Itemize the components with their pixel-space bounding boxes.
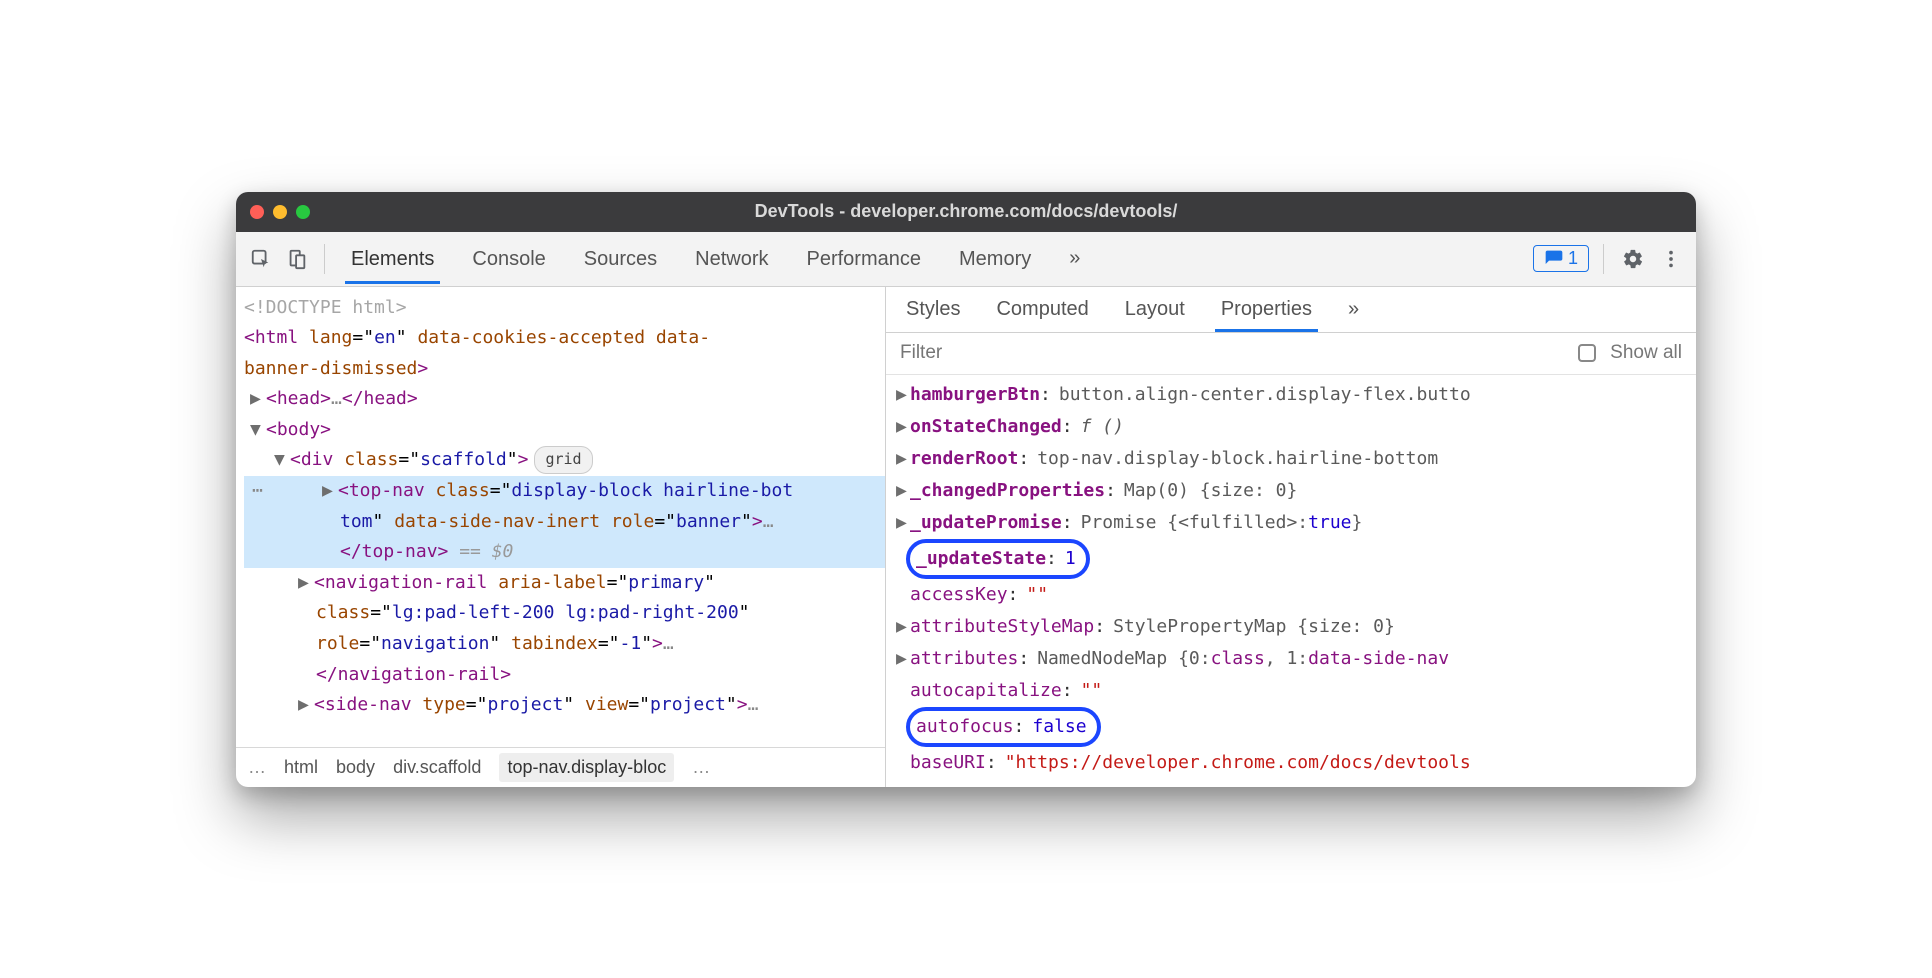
property-row[interactable]: ▶attributes:NamedNodeMap {0: class, 1: d… <box>896 643 1696 675</box>
tab-styles[interactable]: Styles <box>902 288 964 331</box>
property-row[interactable]: ▶_updatePromise:Promise {<fulfilled>: tr… <box>896 507 1696 539</box>
minimize-icon[interactable] <box>273 205 287 219</box>
dom-line-navrail[interactable]: ▶<navigation-rail aria-label="primary" <box>244 568 885 599</box>
dom-line-navrail-3[interactable]: role="navigation" tabindex="-1">… <box>244 629 885 660</box>
window-title: DevTools - developer.chrome.com/docs/dev… <box>236 201 1696 222</box>
property-row-circled[interactable]: _updateState:1 <box>896 539 1696 579</box>
divider <box>324 244 325 274</box>
property-row[interactable]: ▶_changedProperties:Map(0) {size: 0} <box>896 475 1696 507</box>
breadcrumb-more[interactable]: … <box>248 757 266 778</box>
dom-line-html[interactable]: <html lang="en" data-cookies-accepted da… <box>244 323 885 354</box>
tab-memory[interactable]: Memory <box>955 234 1035 283</box>
sidebar-tabs: Styles Computed Layout Properties » <box>886 287 1696 333</box>
main-tabs: Elements Console Sources Network Perform… <box>337 234 1527 283</box>
property-row[interactable]: baseURI:"https://developer.chrome.com/do… <box>896 747 1696 779</box>
tab-layout[interactable]: Layout <box>1121 288 1189 331</box>
settings-icon[interactable] <box>1618 244 1648 274</box>
grid-badge[interactable]: grid <box>534 446 592 474</box>
tab-performance[interactable]: Performance <box>803 234 926 283</box>
dom-line-doctype[interactable]: <!DOCTYPE html> <box>244 293 885 324</box>
tab-elements[interactable]: Elements <box>347 234 438 283</box>
filter-input[interactable] <box>900 342 1564 364</box>
dom-tree[interactable]: <!DOCTYPE html> <html lang="en" data-coo… <box>236 287 885 747</box>
elements-panel: <!DOCTYPE html> <html lang="en" data-coo… <box>236 287 886 787</box>
tab-network[interactable]: Network <box>691 234 772 283</box>
dom-line-scaffold[interactable]: ▼<div class="scaffold">grid <box>244 445 885 476</box>
tab-console[interactable]: Console <box>468 234 549 283</box>
issues-button[interactable]: 1 <box>1533 245 1589 272</box>
dom-line-sidenav[interactable]: ▶<side-nav type="project" view="project"… <box>244 690 885 721</box>
dom-line-head[interactable]: ▶<head>…</head> <box>244 384 885 415</box>
filter-row: Show all <box>886 333 1696 375</box>
property-row[interactable]: ▶hamburgerBtn:button.align-center.displa… <box>896 379 1696 411</box>
maximize-icon[interactable] <box>296 205 310 219</box>
highlight-circle: autofocus:false <box>906 707 1101 747</box>
dom-line-navrail-close[interactable]: </navigation-rail> <box>244 660 885 691</box>
tab-properties[interactable]: Properties <box>1217 288 1316 331</box>
property-row[interactable]: ▶onStateChanged:f () <box>896 411 1696 443</box>
property-row[interactable]: ▶renderRoot:top-nav.display-block.hairli… <box>896 443 1696 475</box>
divider <box>1603 244 1604 274</box>
toolbar-right: 1 <box>1533 244 1686 274</box>
titlebar: DevTools - developer.chrome.com/docs/dev… <box>236 192 1696 232</box>
sidebar-panel: Styles Computed Layout Properties » Show… <box>886 287 1696 787</box>
more-tabs-icon[interactable]: » <box>1065 247 1084 270</box>
inspect-icon[interactable] <box>246 244 276 274</box>
show-all-checkbox[interactable] <box>1578 344 1596 362</box>
property-row[interactable]: accessKey:"" <box>896 579 1696 611</box>
properties-list[interactable]: ▶hamburgerBtn:button.align-center.displa… <box>886 375 1696 787</box>
breadcrumb-item[interactable]: div.scaffold <box>393 757 481 778</box>
property-row[interactable]: ▶attributeStyleMap:StylePropertyMap {siz… <box>896 611 1696 643</box>
dom-selected-node[interactable]: ⋯ ▶<top-nav class="display-block hairlin… <box>244 476 885 568</box>
highlight-circle: _updateState:1 <box>906 539 1090 579</box>
tab-computed[interactable]: Computed <box>992 288 1092 331</box>
property-row-circled[interactable]: autofocus:false <box>896 707 1696 747</box>
tab-sources[interactable]: Sources <box>580 234 661 283</box>
breadcrumb-more[interactable]: … <box>692 757 710 778</box>
dom-line-html-2[interactable]: banner-dismissed> <box>244 354 885 385</box>
device-mode-icon[interactable] <box>282 244 312 274</box>
dom-line-body[interactable]: ▼<body> <box>244 415 885 446</box>
property-row[interactable]: autocapitalize:"" <box>896 675 1696 707</box>
close-icon[interactable] <box>250 205 264 219</box>
dom-line-navrail-2[interactable]: class="lg:pad-left-200 lg:pad-right-200" <box>244 598 885 629</box>
more-tabs-icon[interactable]: » <box>1344 298 1363 321</box>
breadcrumb-item[interactable]: html <box>284 757 318 778</box>
devtools-window: DevTools - developer.chrome.com/docs/dev… <box>236 192 1696 787</box>
ellipsis-icon: ⋯ <box>252 476 265 507</box>
breadcrumb-item[interactable]: body <box>336 757 375 778</box>
kebab-menu-icon[interactable] <box>1656 244 1686 274</box>
breadcrumb: … html body div.scaffold top-nav.display… <box>236 747 885 787</box>
main-toolbar: Elements Console Sources Network Perform… <box>236 232 1696 287</box>
show-all-label: Show all <box>1610 342 1682 364</box>
window-controls <box>250 205 310 219</box>
main-content: <!DOCTYPE html> <html lang="en" data-coo… <box>236 287 1696 787</box>
breadcrumb-item-selected[interactable]: top-nav.display-bloc <box>499 753 674 782</box>
issues-count: 1 <box>1568 248 1578 269</box>
